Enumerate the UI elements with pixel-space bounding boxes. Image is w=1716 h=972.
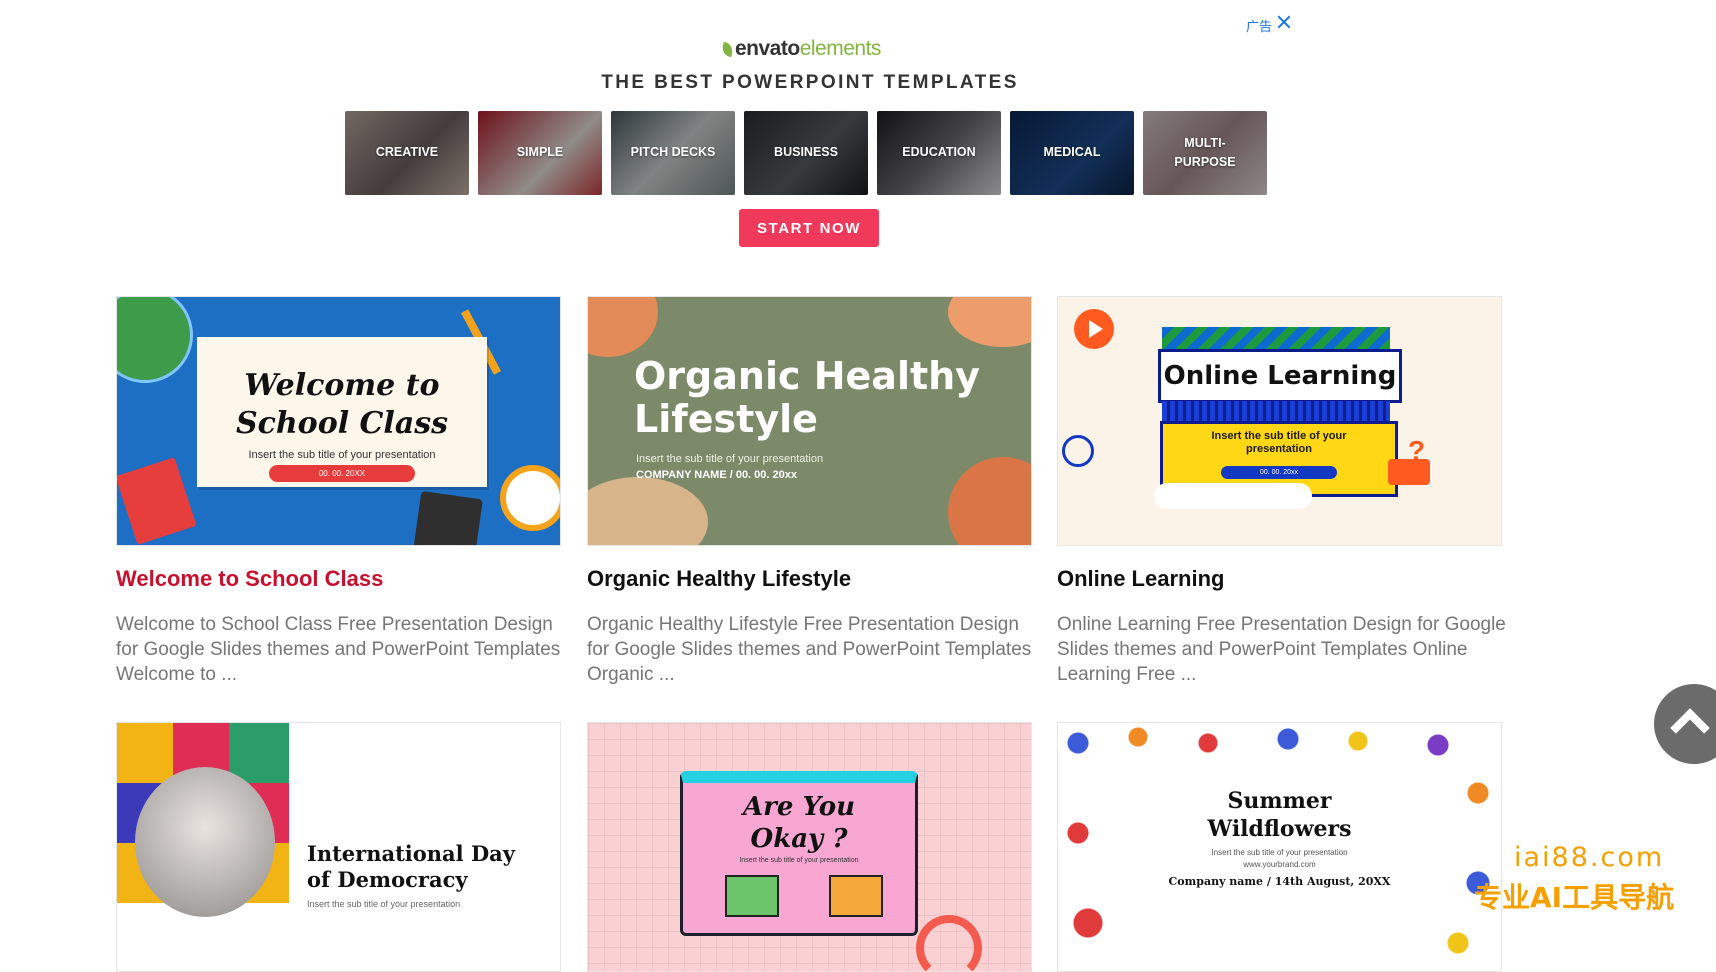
ad-label[interactable]: 广告 xyxy=(1246,16,1272,35)
logo-text-envato: envato xyxy=(735,37,800,60)
scroll-to-top-button[interactable] xyxy=(1654,684,1716,764)
thumb-title: Organic Healthy Lifestyle xyxy=(634,354,980,441)
start-now-button[interactable]: START NOW xyxy=(739,209,879,247)
template-thumbnail[interactable]: Organic Healthy Lifestyle Insert the sub… xyxy=(587,296,1032,546)
template-thumbnail[interactable]: International Day of Democracy Insert th… xyxy=(116,722,561,972)
card-description: Welcome to School Class Free Presentatio… xyxy=(116,614,561,685)
decorative-blob xyxy=(948,457,1031,545)
globe-illustration xyxy=(117,297,193,383)
card-title-link[interactable]: Organic Healthy Lifestyle xyxy=(587,566,851,592)
category-tile-simple[interactable]: SIMPLE xyxy=(478,111,602,195)
decorative-blob xyxy=(588,297,658,357)
envato-ad-banner[interactable]: 广告 envato elements THE BEST POWERPOINT T… xyxy=(0,0,1716,260)
decorative-stripes xyxy=(1162,327,1390,349)
envato-leaf-icon xyxy=(720,41,735,57)
envato-elements-logo[interactable]: envato elements xyxy=(720,36,882,62)
thumb-title: Online Learning xyxy=(1158,349,1402,403)
group-photo xyxy=(135,767,275,917)
calculator-illustration xyxy=(413,490,483,545)
thumb-date: 00. 00. 20XX xyxy=(269,465,415,482)
slide-paper: Welcome to School Class Insert the sub t… xyxy=(197,337,487,487)
template-thumbnail[interactable]: Welcome to School Class Insert the sub t… xyxy=(116,296,561,546)
category-tile-business[interactable]: BUSINESS xyxy=(744,111,868,195)
category-tile-multi-purpose[interactable]: MULTI- PURPOSE xyxy=(1143,111,1267,195)
thumb-subtitle: Insert the sub title of your presentatio… xyxy=(1211,430,1347,455)
category-label: BUSINESS xyxy=(774,145,838,160)
thumb-title: Summer Wildflowers xyxy=(1207,788,1352,842)
category-label: MEDICAL xyxy=(1043,145,1101,160)
card-description: Online Learning Free Presentation Design… xyxy=(1057,614,1506,685)
ad-headline: THE BEST POWERPOINT TEMPLATES xyxy=(601,72,1019,93)
thumb-subtitle: Insert the sub title of your presentatio… xyxy=(307,899,461,909)
sad-face-icon xyxy=(829,875,883,917)
magnifier-icon xyxy=(1062,435,1094,467)
search-bar-illustration xyxy=(1154,483,1312,509)
template-thumbnail[interactable]: Online Learning Insert the sub title of … xyxy=(1057,296,1502,546)
category-label: EDUCATION xyxy=(902,145,976,160)
decorative-blob xyxy=(588,477,708,545)
logo-text-elements: elements xyxy=(799,37,882,60)
checkmark-icon xyxy=(1388,459,1430,485)
template-thumbnail[interactable]: Are You Okay ? Insert the sub title of y… xyxy=(587,722,1032,972)
category-label: MULTI- PURPOSE xyxy=(1174,135,1236,169)
thumb-company: COMPANY NAME / 00. 00. 20xx xyxy=(636,469,797,481)
category-tile-creative[interactable]: CREATIVE xyxy=(345,111,469,195)
rainbow-illustration xyxy=(916,915,982,971)
decorative-bars xyxy=(1162,401,1390,421)
card-title-link[interactable]: Welcome to School Class xyxy=(116,566,383,592)
decorative-blob xyxy=(948,297,1031,347)
template-thumbnail[interactable]: Summer Wildflowers Insert the sub title … xyxy=(1057,722,1502,972)
card-description: Organic Healthy Lifestyle Free Presentat… xyxy=(587,614,1032,685)
category-label: SIMPLE xyxy=(516,145,564,160)
thumb-subtitle: Insert the sub title of your presentatio… xyxy=(636,453,824,465)
ad-category-tiles: CREATIVE SIMPLE PITCH DECKS BUSINESS EDU… xyxy=(345,111,1267,195)
category-tile-education[interactable]: EDUCATION xyxy=(877,111,1001,195)
happy-face-icon xyxy=(725,875,779,917)
play-icon xyxy=(1074,309,1114,349)
thumb-title: Are You Okay ? xyxy=(742,792,855,854)
category-tile-medical[interactable]: MEDICAL xyxy=(1010,111,1134,195)
category-tile-pitch-decks[interactable]: PITCH DECKS xyxy=(611,111,735,195)
thumb-date: 00. 00. 20xx xyxy=(1221,466,1337,479)
thumb-title: International Day of Democracy xyxy=(307,841,515,892)
card-title-link[interactable]: Online Learning xyxy=(1057,566,1224,592)
watermark-tagline: 专业AI工具导航 xyxy=(1474,881,1675,914)
watermark-domain: iai88.com xyxy=(1514,842,1665,873)
category-label: PITCH DECKS xyxy=(630,145,716,160)
thumb-subtitle: Insert the sub title of your presentatio… xyxy=(739,857,859,864)
slide-screen: Are You Okay ? Insert the sub title of y… xyxy=(680,771,918,936)
category-label: CREATIVE xyxy=(375,145,439,160)
thumb-subtitle: Insert the sub title of your presentatio… xyxy=(1211,848,1348,869)
thumb-company: Company name / 14th August, 20XX xyxy=(1168,875,1391,888)
ad-close-icon[interactable] xyxy=(1276,14,1292,30)
alarm-clock-illustration xyxy=(500,465,560,531)
thumb-title: Welcome to School Class xyxy=(235,368,449,441)
thumb-subtitle: Insert the sub title of your presentatio… xyxy=(248,449,436,461)
book-illustration xyxy=(117,457,197,545)
